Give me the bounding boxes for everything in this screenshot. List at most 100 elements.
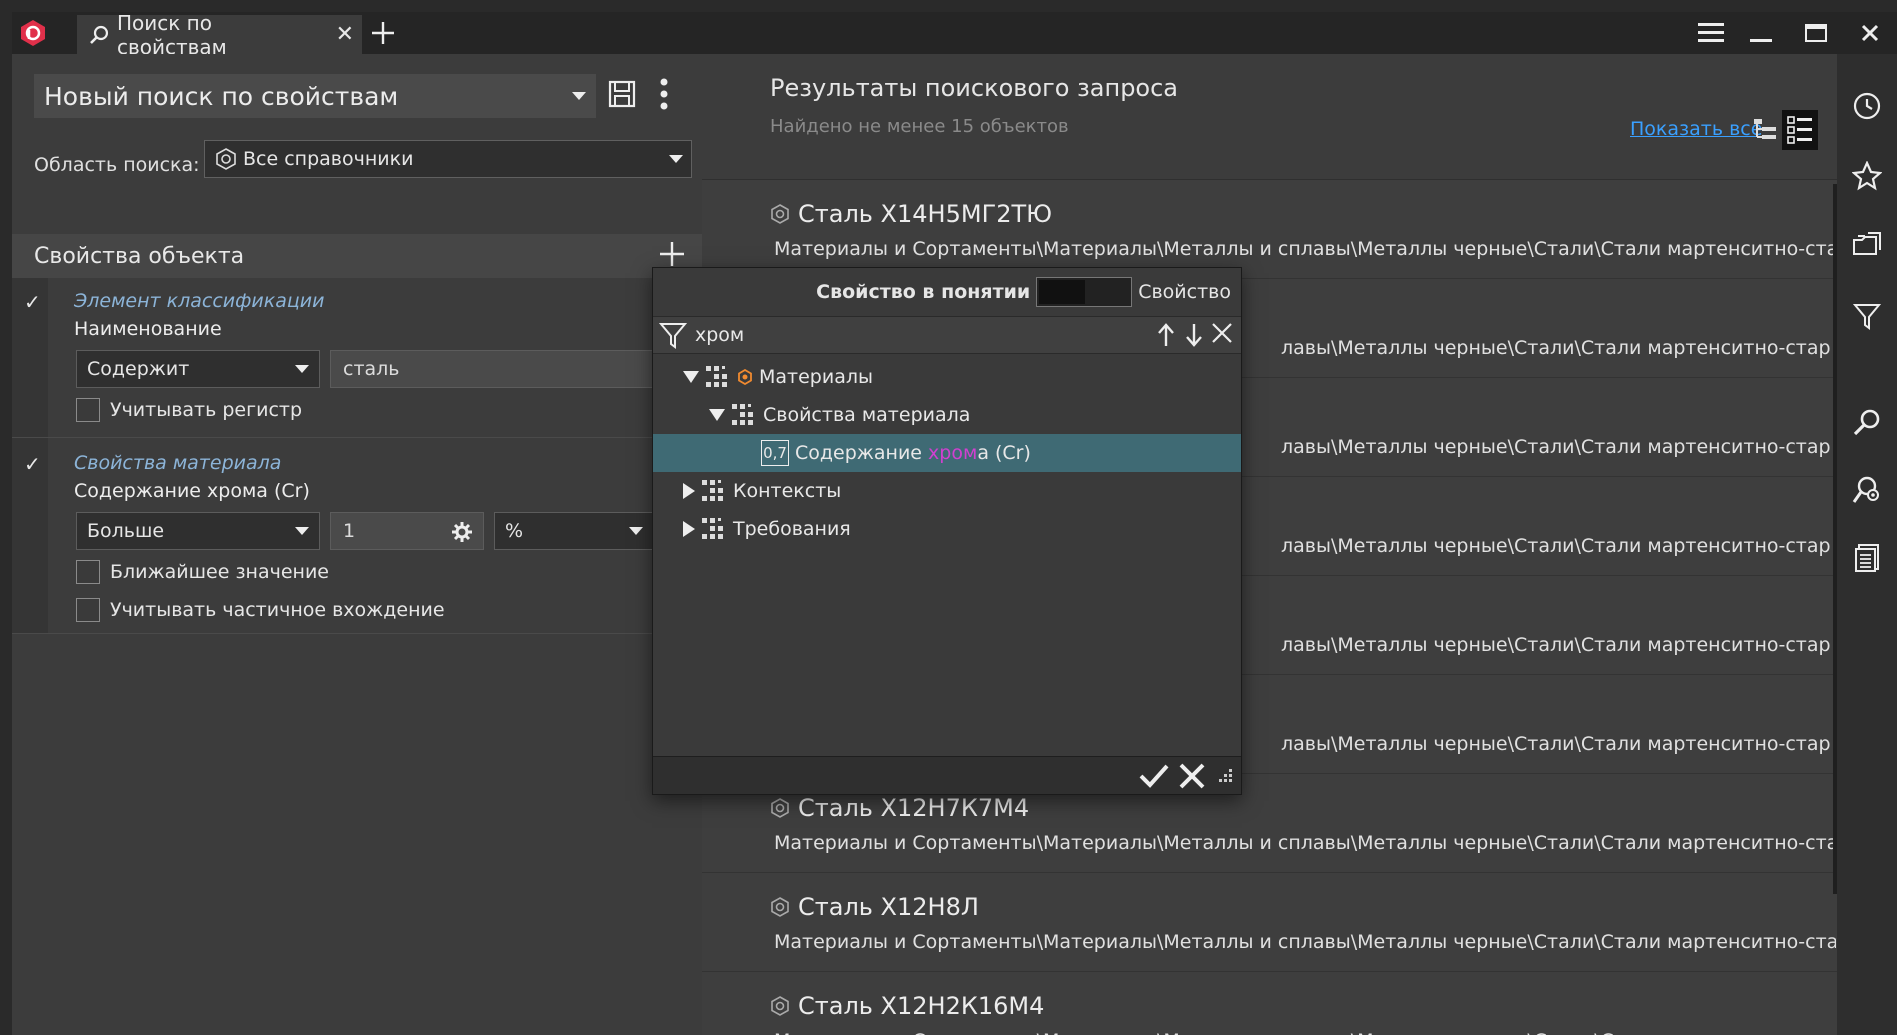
expanded-triangle-icon[interactable] — [683, 371, 699, 383]
cancel-x-icon[interactable] — [1179, 763, 1205, 789]
save-button[interactable] — [608, 80, 636, 112]
scope-label: Область поиска: — [34, 154, 200, 176]
mode-toggle[interactable] — [1036, 277, 1133, 307]
tree-node-label: Контексты — [733, 480, 842, 502]
search-icon — [1853, 409, 1880, 436]
tree-node-material-properties[interactable]: Свойства материала — [653, 396, 1241, 434]
result-name[interactable]: Сталь Х12Н8Л — [770, 893, 979, 921]
chevron-down-icon — [629, 527, 643, 535]
tab-property-search[interactable]: Поиск по свойствам ✕ — [77, 12, 362, 59]
more-options-button[interactable] — [660, 78, 668, 114]
result-row[interactable]: Сталь Х14Н5МГ2ТЮ Материалы и Сортаменты\М… — [702, 180, 1837, 279]
result-name[interactable]: Сталь Х12Н2К16М4 — [770, 992, 1044, 1020]
classification-label[interactable]: Свойства материала — [74, 452, 281, 474]
tree-node-chromium-content[interactable]: 0,7 Содержание хрома (Cr) — [653, 434, 1241, 472]
tree-node-requirements[interactable]: Требования — [653, 510, 1241, 548]
clock-icon — [1853, 92, 1881, 120]
nearest-value-checkbox[interactable]: Ближайшее значение — [76, 560, 329, 584]
operator-select[interactable]: Больше — [76, 512, 320, 550]
right-toolbar — [1837, 54, 1897, 1035]
search-name: Новый поиск по свойствам — [44, 81, 399, 111]
checkbox-box[interactable] — [76, 598, 100, 622]
gear-icon[interactable] — [451, 521, 473, 543]
document-list-icon — [1855, 544, 1879, 572]
tree-node-contexts[interactable]: Контексты — [653, 472, 1241, 510]
clear-filter-icon[interactable] — [1211, 322, 1233, 344]
property-search-button[interactable] — [1851, 474, 1883, 506]
check-icon[interactable]: ✓ — [24, 290, 41, 314]
close-window-button[interactable] — [1848, 12, 1892, 54]
operator-select[interactable]: Содержит — [76, 350, 320, 388]
vertical-dots-icon — [660, 78, 668, 110]
result-row[interactable]: Сталь Х12Н2К16М4 Материалы и Сортаменты\М… — [702, 972, 1837, 1035]
result-name[interactable]: Сталь Х14Н5МГ2ТЮ — [770, 200, 1052, 228]
tree-node-materials[interactable]: Материалы — [653, 358, 1241, 396]
folders-button[interactable] — [1851, 230, 1883, 262]
checkbox-box[interactable] — [76, 398, 100, 422]
search-name-dropdown[interactable]: Новый поиск по свойствам — [34, 74, 596, 118]
collapsed-triangle-icon[interactable] — [683, 521, 695, 537]
result-path: лавы\Металлы черные\Стали\Стали мартенси… — [1281, 733, 1831, 755]
value-text: 1 — [343, 520, 356, 542]
check-icon[interactable]: ✓ — [24, 452, 41, 476]
search-button[interactable] — [1851, 406, 1883, 438]
numeric-value-input[interactable]: 1 — [330, 512, 484, 550]
tab-close-icon[interactable]: ✕ — [336, 22, 354, 47]
favorites-button[interactable] — [1851, 160, 1883, 192]
materials-icon — [738, 369, 752, 385]
popup-footer — [653, 756, 1241, 794]
result-name[interactable]: Сталь Х12Н7К7М4 — [770, 794, 1029, 822]
classification-label[interactable]: Элемент классификации — [74, 290, 325, 312]
chevron-down-icon — [669, 155, 683, 163]
show-all-link[interactable]: Показать все — [1630, 118, 1762, 140]
reports-button[interactable] — [1851, 542, 1883, 574]
new-tab-button[interactable] — [368, 18, 398, 48]
value-input[interactable]: сталь — [330, 350, 702, 388]
condition-block: ✓ Свойства материала Содержание хрома (C… — [12, 438, 702, 634]
arrow-down-icon[interactable] — [1183, 322, 1205, 348]
maximize-button[interactable] — [1794, 12, 1838, 54]
confirm-check-icon[interactable] — [1139, 763, 1169, 789]
material-icon — [771, 204, 789, 224]
list-view-button[interactable] — [1782, 110, 1818, 150]
chevron-down-icon — [295, 527, 309, 535]
minimize-button[interactable] — [1739, 12, 1783, 54]
material-icon — [771, 996, 789, 1016]
collapsed-triangle-icon[interactable] — [683, 483, 695, 499]
popup-header: Свойство в понятии Свойство — [653, 268, 1241, 316]
result-path: Материалы и Сортаменты\Материалы\Металлы… — [774, 931, 1836, 953]
expanded-triangle-icon[interactable] — [709, 409, 725, 421]
property-picker-popup: Свойство в понятии Свойство хром Материа… — [652, 267, 1242, 795]
result-name-text: Сталь Х12Н7К7М4 — [798, 794, 1030, 822]
scope-select[interactable]: Все справочники — [204, 140, 692, 178]
filter-input[interactable]: хром — [695, 324, 744, 346]
toggle-knob[interactable] — [1039, 280, 1086, 304]
checkbox-box[interactable] — [76, 560, 100, 584]
history-button[interactable] — [1851, 90, 1883, 122]
result-path: лавы\Металлы черные\Стали\Стали мартенси… — [1281, 337, 1831, 359]
arrow-up-icon[interactable] — [1155, 322, 1177, 348]
menu-button[interactable] — [1689, 12, 1733, 54]
results-count: Найдено не менее 15 объектов — [770, 116, 1069, 137]
partial-match-checkbox[interactable]: Учитывать частичное вхождение — [76, 598, 445, 622]
folder-icon — [1853, 232, 1881, 255]
material-icon — [771, 798, 789, 818]
plus-icon — [372, 22, 394, 44]
app-logo-icon[interactable] — [12, 12, 54, 54]
operator-value: Больше — [87, 520, 165, 542]
mode-label-property: Свойство — [1138, 281, 1231, 303]
result-row[interactable]: Сталь Х12Н8Л Материалы и Сортаменты\Матер… — [702, 873, 1837, 972]
floppy-disk-icon — [608, 80, 636, 108]
tree-node-label: Требования — [733, 518, 851, 540]
case-sensitive-checkbox[interactable]: Учитывать регистр — [76, 398, 302, 422]
result-path: Материалы и Сортаменты\Материалы\Металлы… — [774, 238, 1836, 260]
checkbox-label: Учитывать регистр — [110, 399, 303, 421]
resize-grip-icon[interactable] — [1215, 767, 1233, 785]
star-icon — [1852, 161, 1882, 191]
value-text: сталь — [343, 358, 400, 380]
unit-select[interactable]: % — [494, 512, 654, 550]
filter-button[interactable] — [1851, 300, 1883, 332]
application-window: Поиск по свойствам ✕ Новый поиск по свой… — [12, 12, 1897, 1035]
result-name-text: Сталь Х12Н2К16М4 — [798, 992, 1045, 1020]
tree-view-button[interactable] — [1752, 116, 1778, 146]
